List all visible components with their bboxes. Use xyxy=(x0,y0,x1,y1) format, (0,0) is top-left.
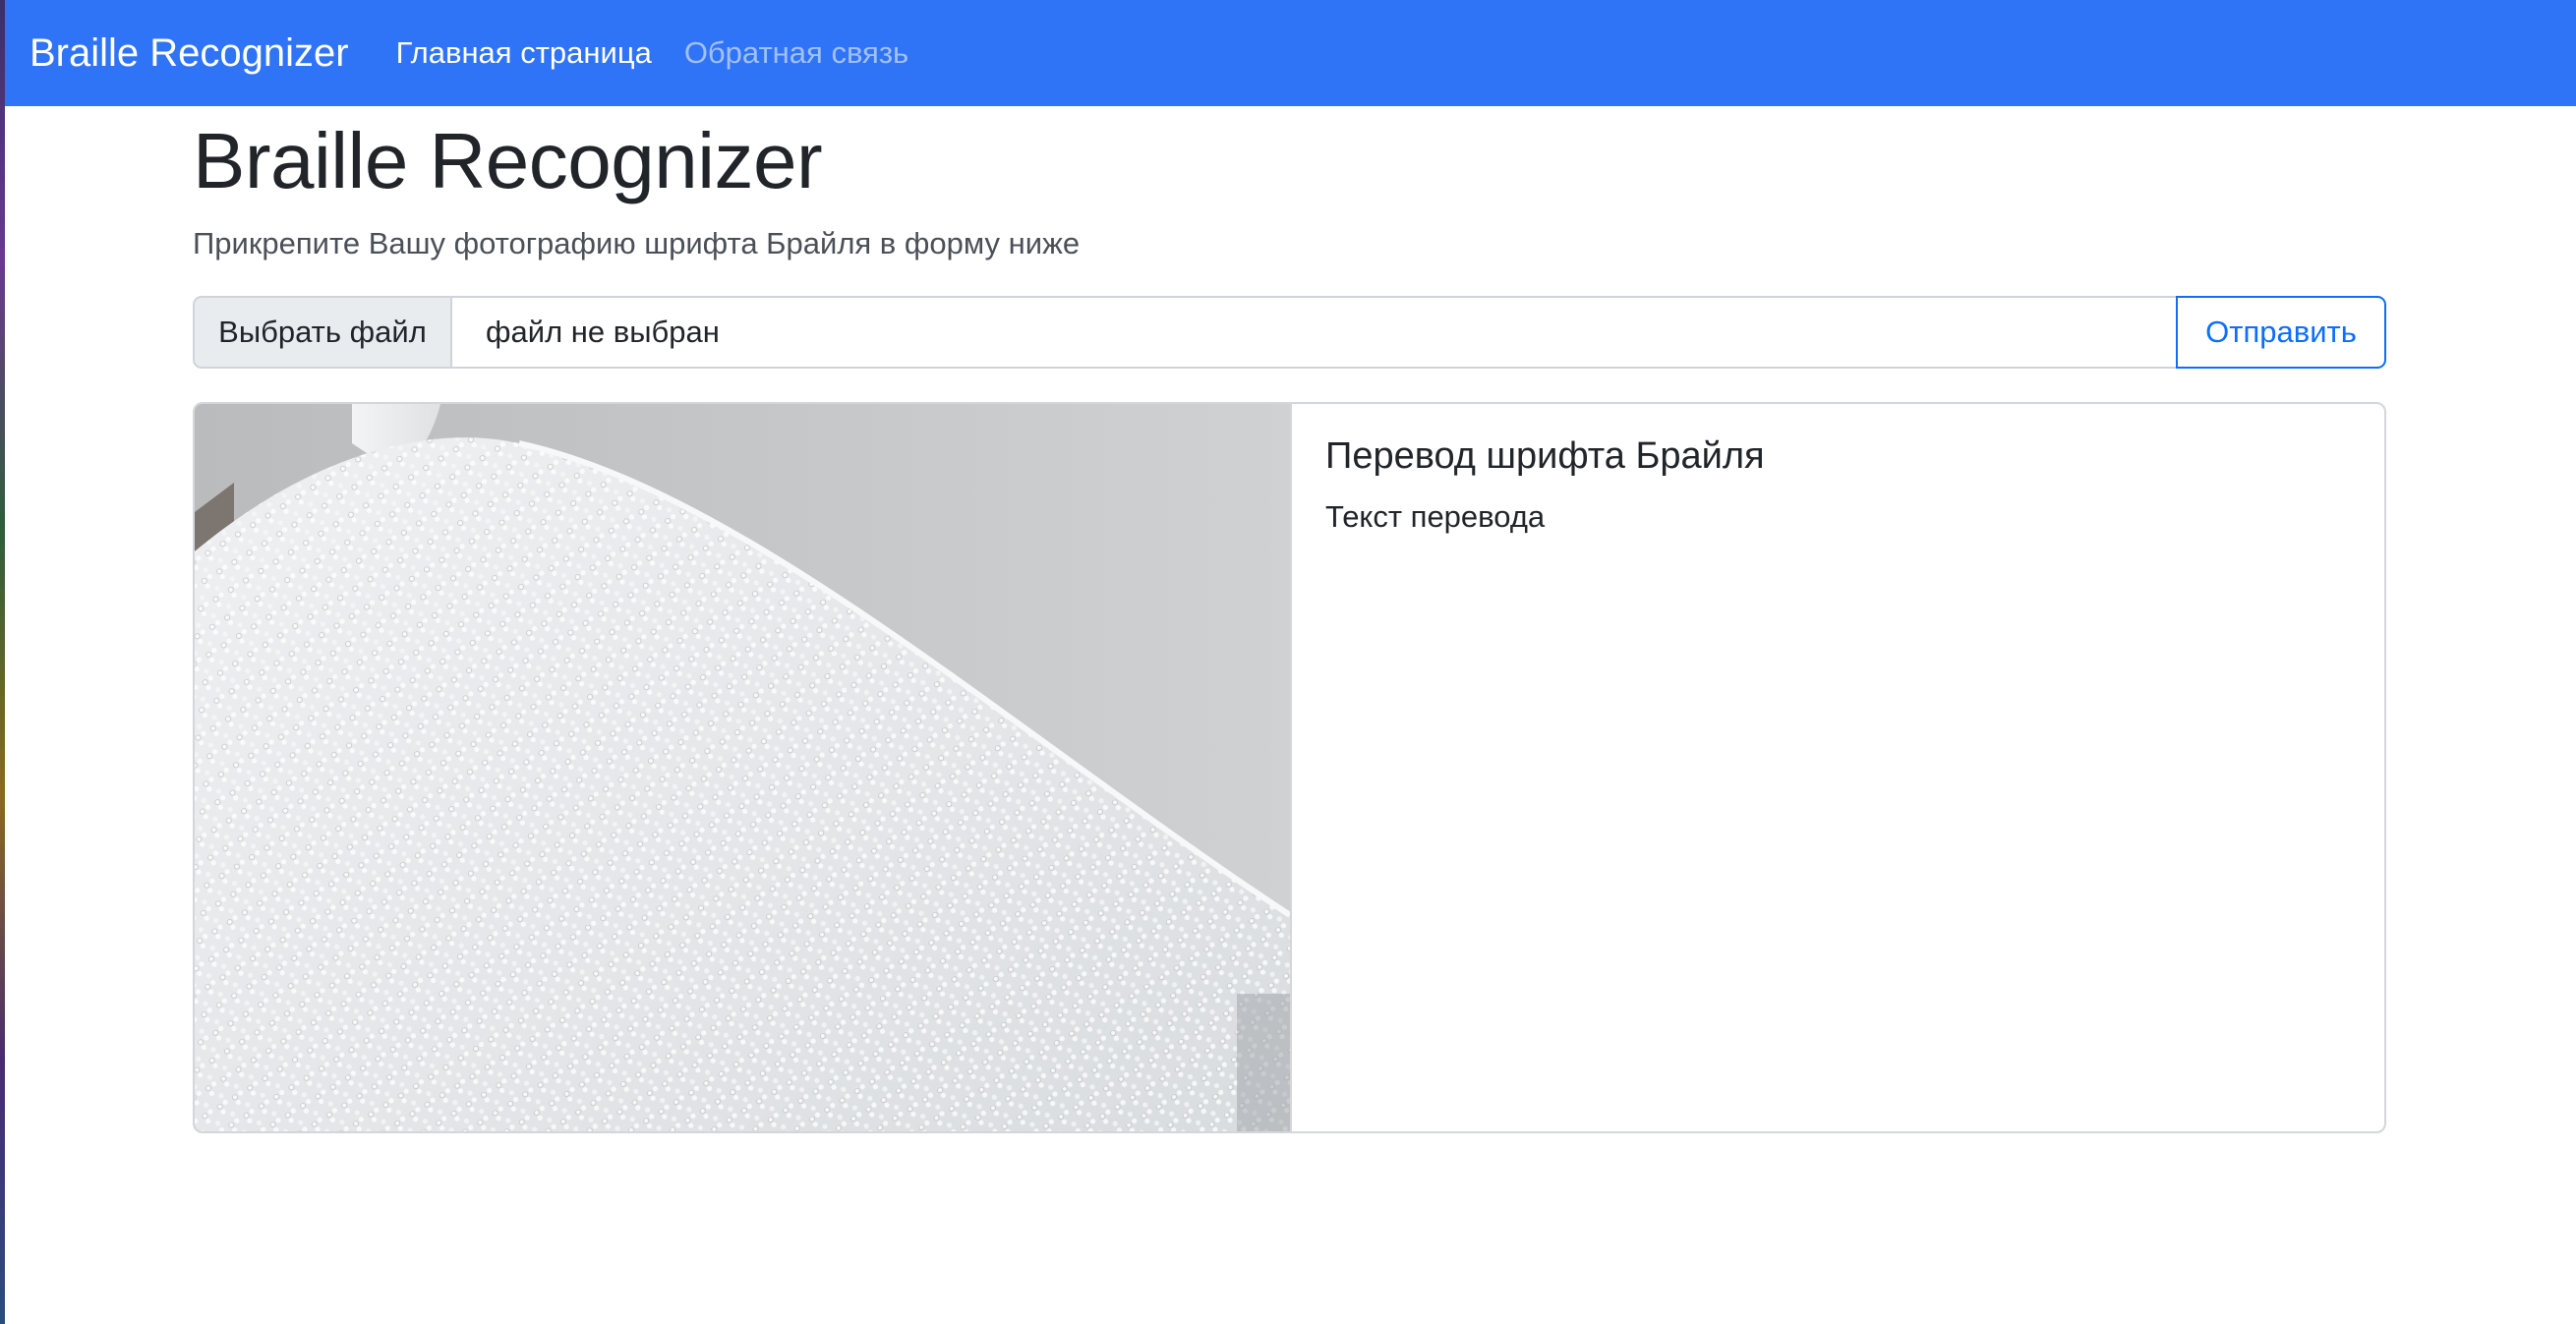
main-container: Braille Recognizer Прикрепите Вашу фотог… xyxy=(193,106,2386,1133)
page-title: Braille Recognizer xyxy=(193,117,823,204)
page-lead: Прикрепите Вашу фотографию шрифта Брайля… xyxy=(193,226,1081,260)
choose-file-button[interactable]: Выбрать файл xyxy=(193,296,452,369)
result-card: Перевод шрифта Брайля Текст перевода xyxy=(193,402,2386,1133)
card-body: Перевод шрифта Брайля Текст перевода xyxy=(1292,404,2384,1131)
card-title: Перевод шрифта Брайля xyxy=(1325,435,1765,477)
nav-link-feedback[interactable]: Обратная связь xyxy=(684,35,908,71)
submit-button[interactable]: Отправить xyxy=(2176,296,2386,369)
upload-form: Выбрать файл файл не выбран Отправить xyxy=(193,296,2386,369)
window-edge xyxy=(0,0,5,1324)
navbar-brand[interactable]: Braille Recognizer xyxy=(29,31,349,76)
navbar: Braille Recognizer Главная страница Обра… xyxy=(5,0,2576,106)
nav-link-home[interactable]: Главная страница xyxy=(396,35,652,71)
translation-text: Текст перевода xyxy=(1325,499,1546,534)
file-status[interactable]: файл не выбран xyxy=(452,296,2176,369)
braille-photo xyxy=(195,404,1292,1131)
